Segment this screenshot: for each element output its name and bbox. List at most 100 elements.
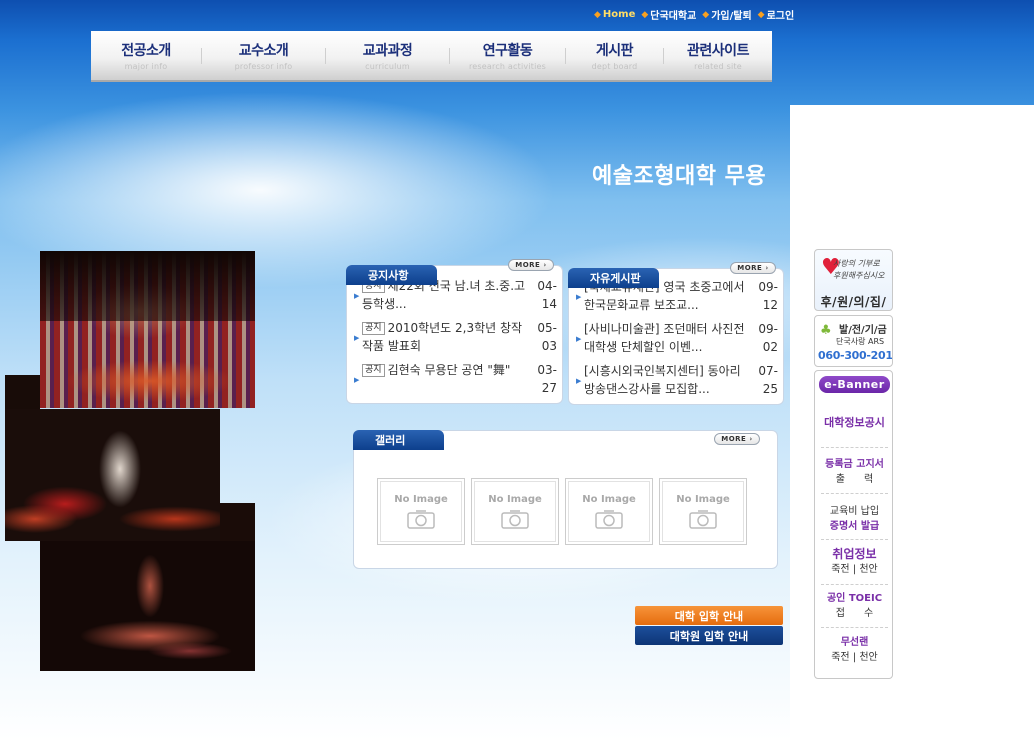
toeic-registration-link[interactable]: 공인 TOEIC 접 수 [819,591,890,621]
banner-label: 등록금 고지서 [825,459,884,470]
notice-more-button[interactable]: MORE › [508,259,554,271]
bullet-icon: ▶ [576,335,582,343]
bullet-icon: ▶ [354,376,360,384]
notice-badge: 공지 [362,322,385,335]
nav-dept-board[interactable]: 게시판 dept board [566,31,663,80]
list-item[interactable]: ▶ 공지 2010학년도 2,3학년 창작 작품 발표회 05-03 [354,319,557,355]
list-item[interactable]: ▶ [시흥시외국인복지센터] 동아리 방송댄스강사를 모집합... 07-25 [576,362,778,398]
donation-script-line: 후원해주십시오 [833,271,885,280]
nav-sublabel: research activities [468,62,547,71]
gallery-thumbnail[interactable]: No Image [471,478,559,545]
list-item[interactable]: ▶ [사비나미술관] 조던매터 사진전 대학생 단체할인 이벤... 09-02 [576,320,778,356]
nav-sublabel: professor info [234,62,293,71]
tuition-certificate-link[interactable]: 교육비 납입증명서 발급 [819,504,890,534]
more-label: MORE [515,261,541,269]
post-date: 03-27 [537,363,557,395]
chevron-right-icon: › [543,261,547,269]
univ-info-disclosure-link[interactable]: 대학정보공시 [819,415,890,430]
post-body: 공지 김현숙 무용단 공연 "舞" [362,361,529,379]
login-link[interactable]: ◆ 로그인 [757,7,795,23]
banner-divider [821,447,888,448]
free-board-more-button[interactable]: MORE › [730,262,776,274]
post-title: 김현숙 무용단 공연 "舞" [387,363,511,377]
gallery-board: No Image No Image No Image No Image [353,430,778,569]
gallery-thumbnail[interactable]: No Image [659,478,747,545]
join-leave-link[interactable]: ◆ 가입/탈퇴 [702,7,752,23]
nav-professor-info[interactable]: 교수소개 professor info [202,31,325,80]
nav-research-activities[interactable]: 연구활동 research activities [450,31,565,80]
bullet-icon: ◆ [594,9,601,20]
no-image-label: No Image [676,494,730,505]
undergrad-admission-button[interactable]: 대학 입학 안내 [635,606,783,625]
gallery-more-button[interactable]: MORE › [714,433,760,445]
employment-info-link[interactable]: 취업정보죽전 | 천안 [819,547,890,577]
donation-house-banner[interactable]: ♥ 사랑의 기부로 후원해주십시오 후/원/의/집/ [814,249,893,311]
list-item[interactable]: ▶ 공지 김현숙 무용단 공연 "舞" 03-27 [354,361,557,397]
bullet-icon: ▶ [576,293,582,301]
nav-curriculum[interactable]: 교과과정 curriculum [326,31,449,80]
camera-icon [501,510,529,529]
camera-icon [689,510,717,529]
free-board-title: 자유게시판 [568,268,659,288]
wireless-lan-link[interactable]: 무선랜죽전 | 천안 [819,635,890,665]
bullet-icon: ◆ [757,9,765,20]
nav-related-site[interactable]: 관련사이트 related site [664,31,772,80]
banner-sublabel: 증명서 발급 [829,521,880,532]
notice-board: ▶ 공지 제22회 전국 남.녀 초.중.고등학생... 04-14 ▶ 공지 20… [346,265,563,404]
development-fund-ars-banner[interactable]: ♣ 발/전/기/금 단국사랑 ARS 060-300-2017 [814,315,893,367]
banner-label: 대학정보공시 [824,416,885,429]
post-date: 07-25 [758,364,778,396]
post-date: 04-14 [537,279,557,311]
photo-frame-block [5,375,40,409]
dance-performance-photo [40,251,255,408]
nav-sublabel: major info [124,62,168,71]
bullet-icon: ▶ [354,334,360,342]
grad-admission-button[interactable]: 대학원 입학 안내 [635,626,783,645]
banner-label: 취업정보 [832,547,877,561]
chevron-right-icon: › [765,264,769,272]
college-title: 예술조형대학 무용 [592,163,767,189]
notice-post-list: ▶ 공지 제22회 전국 남.녀 초.중.고등학생... 04-14 ▶ 공지 20… [354,277,557,403]
post-body: 공지 2010학년도 2,3학년 창작 작품 발표회 [362,319,529,355]
no-image-label: No Image [582,494,636,505]
post-title: [사비나미술관] 조던매터 사진전 대학생 단체할인 이벤... [584,322,745,354]
bullet-icon: ◆ [702,9,710,20]
banner-sublabel: 죽전 | 천안 [831,652,878,663]
free-board: ▶ [국제교류재단] 영국 초중고에서 한국문화교류 보조교... 09-12 … [568,268,784,405]
post-date: 05-03 [537,321,557,353]
banner-label: 무선랜 [840,637,869,648]
bullet-icon: ◆ [641,9,649,20]
banner-sublabel: 출 력 [835,474,874,485]
grad-admission-label: 대학원 입학 안내 [669,629,749,643]
main-nav: 전공소개 major info 교수소개 professor info 교과과정… [91,31,772,82]
free-post-list: ▶ [국제교류재단] 영국 초중고에서 한국문화교류 보조교... 09-12 … [576,278,778,404]
home-link[interactable]: ◆ Home [594,7,635,22]
nav-sublabel: dept board [591,62,638,71]
nav-sublabel: curriculum [365,62,410,71]
dankook-link[interactable]: ◆ 단국대학교 [641,7,696,23]
banner-divider [821,493,888,494]
join-leave-link-label: 가입/탈퇴 [711,11,752,22]
banner-label: 공인 TOEIC [826,593,883,604]
undergrad-admission-label: 대학 입학 안내 [674,609,744,623]
nav-label: 연구활동 [482,43,533,59]
gallery-thumbnail[interactable]: No Image [565,478,653,545]
nav-sublabel: related site [694,62,742,71]
tuition-bill-link[interactable]: 등록금 고지서출 력 [819,457,890,487]
nav-label: 관련사이트 [687,43,749,59]
banner-sublabel: 죽전 | 천안 [831,564,878,575]
camera-icon [595,510,623,529]
no-image-label: No Image [394,494,448,505]
ars-label: 단국사랑 ARS [836,337,885,346]
free-board-title-label: 자유게시판 [590,272,641,285]
banner-divider [821,584,888,585]
more-label: MORE [721,435,747,443]
donation-script: 사랑의 기부로 후원해주십시오 [833,258,885,282]
post-date: 09-12 [758,280,778,312]
banner-label: 교육비 납입 [829,506,880,517]
nav-major-info[interactable]: 전공소개 major info [91,31,201,80]
bullet-icon: ▶ [576,377,582,385]
gallery-thumbnail[interactable]: No Image [377,478,465,545]
nav-label: 교과과정 [362,43,413,59]
photo-frame-block [220,503,255,541]
